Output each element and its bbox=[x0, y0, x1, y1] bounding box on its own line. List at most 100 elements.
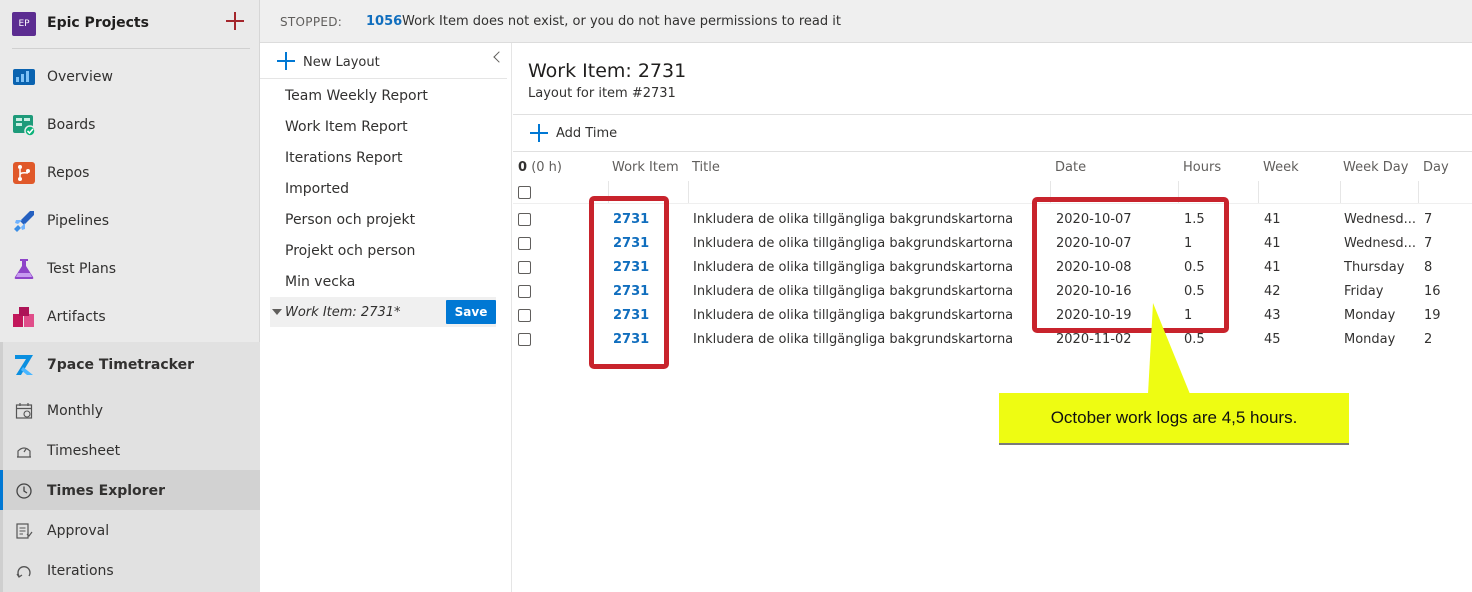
layout-panel: New Layout Team Weekly Report Work Item … bbox=[260, 43, 512, 592]
pipelines-icon bbox=[14, 211, 34, 232]
new-layout-button[interactable]: New Layout bbox=[274, 51, 474, 75]
boards-icon bbox=[13, 115, 36, 137]
active-layout-label: Work Item: 2731* bbox=[285, 305, 401, 320]
cell-day: 2 bbox=[1424, 332, 1433, 347]
test-plans-icon bbox=[14, 259, 34, 279]
row-checkbox[interactable] bbox=[518, 261, 531, 274]
sidebar-item-timesheet[interactable]: Timesheet bbox=[0, 430, 260, 470]
layout-item[interactable]: Person och projekt bbox=[285, 212, 415, 228]
active-indicator bbox=[0, 470, 3, 510]
cell-day: 16 bbox=[1424, 284, 1441, 299]
column-header-week-day[interactable]: Week Day bbox=[1343, 160, 1408, 175]
cell-week: 41 bbox=[1264, 236, 1281, 251]
cell-day: 7 bbox=[1424, 236, 1433, 251]
filter-cell[interactable] bbox=[1418, 181, 1472, 203]
sidebar-item-label: Times Explorer bbox=[47, 483, 165, 499]
nav-item-pipelines[interactable]: Pipelines bbox=[0, 202, 260, 242]
nav-item-label: Boards bbox=[47, 117, 96, 133]
project-header[interactable]: EP Epic Projects bbox=[0, 0, 260, 48]
column-header-week[interactable]: Week bbox=[1263, 160, 1299, 175]
nav-item-label: Test Plans bbox=[47, 261, 117, 277]
divider bbox=[513, 114, 1472, 115]
cell-week-day: Wednesd... bbox=[1344, 236, 1417, 251]
calendar-icon bbox=[15, 403, 33, 419]
nav-item-label: Artifacts bbox=[47, 309, 106, 325]
cell-week: 41 bbox=[1264, 260, 1281, 275]
summary-header: 0 (0 h) bbox=[518, 160, 562, 175]
sidebar-item-times-explorer[interactable]: Times Explorer bbox=[0, 470, 260, 510]
sidebar-item-label: Timesheet bbox=[47, 443, 121, 459]
iterations-icon bbox=[16, 566, 31, 578]
timesheet-icon bbox=[17, 447, 31, 458]
layout-item[interactable]: Team Weekly Report bbox=[285, 88, 428, 104]
cell-week-day: Thursday bbox=[1344, 260, 1405, 275]
filter-cell[interactable] bbox=[1340, 181, 1418, 203]
timer-status-bar: STOPPED: 1056 Work Item does not exist, … bbox=[260, 0, 1472, 43]
column-header-title[interactable]: Title bbox=[692, 160, 720, 175]
cell-week: 45 bbox=[1264, 332, 1281, 347]
cell-week-day: Monday bbox=[1344, 308, 1396, 323]
annotation-text: October work logs are 4,5 hours. bbox=[1050, 408, 1298, 427]
highlight-box-october-logs bbox=[1032, 197, 1229, 333]
cell-week-day: Monday bbox=[1344, 332, 1396, 347]
chevron-left-icon[interactable] bbox=[492, 51, 504, 65]
layout-item[interactable]: Iterations Report bbox=[285, 150, 403, 166]
new-layout-label: New Layout bbox=[303, 55, 380, 70]
cell-title: Inkludera de olika tillgängliga bakgrund… bbox=[693, 284, 1014, 299]
nav-item-label: Pipelines bbox=[47, 213, 110, 229]
cell-day: 19 bbox=[1424, 308, 1441, 323]
nav-item-7pace-timetracker[interactable]: 7pace Timetracker bbox=[0, 346, 260, 386]
sidebar-item-approval[interactable]: Approval bbox=[0, 510, 260, 550]
project-name: Epic Projects bbox=[47, 15, 149, 31]
row-checkbox[interactable] bbox=[518, 237, 531, 250]
sidebar-item-iterations[interactable]: Iterations bbox=[0, 550, 260, 590]
layout-item[interactable]: Imported bbox=[285, 181, 349, 197]
nav-item-test-plans[interactable]: Test Plans bbox=[0, 250, 260, 290]
save-button[interactable]: Save bbox=[446, 300, 496, 324]
repos-icon bbox=[13, 162, 35, 184]
column-header-day[interactable]: Day bbox=[1423, 160, 1449, 175]
row-checkbox[interactable] bbox=[518, 213, 531, 226]
nav-item-artifacts[interactable]: Artifacts bbox=[0, 298, 260, 338]
artifacts-icon bbox=[13, 307, 34, 327]
layout-item[interactable]: Projekt och person bbox=[285, 243, 415, 259]
page-subtitle: Layout for item #2731 bbox=[528, 86, 676, 101]
cell-title: Inkludera de olika tillgängliga bakgrund… bbox=[693, 212, 1014, 227]
layout-item[interactable]: Work Item Report bbox=[285, 119, 408, 135]
column-header-hours[interactable]: Hours bbox=[1183, 160, 1221, 175]
column-header-work-item[interactable]: Work Item bbox=[612, 160, 679, 175]
layout-item[interactable]: Min vecka bbox=[285, 274, 355, 290]
cell-title: Inkludera de olika tillgängliga bakgrund… bbox=[693, 332, 1014, 347]
active-layout-item[interactable]: Work Item: 2731* Save bbox=[270, 297, 496, 327]
nav-item-repos[interactable]: Repos bbox=[0, 154, 260, 194]
add-time-label: Add Time bbox=[556, 126, 618, 141]
project-badge: EP bbox=[12, 12, 36, 36]
filter-cell[interactable] bbox=[688, 181, 1050, 203]
cell-hours: 0.5 bbox=[1184, 332, 1205, 347]
filter-cell[interactable] bbox=[1258, 181, 1340, 203]
row-checkbox[interactable] bbox=[518, 309, 531, 322]
cell-title: Inkludera de olika tillgängliga bakgrund… bbox=[693, 236, 1014, 251]
panel-divider bbox=[260, 78, 507, 79]
nav-item-overview[interactable]: Overview bbox=[0, 58, 260, 98]
add-time-button[interactable]: Add Time bbox=[530, 123, 650, 145]
row-checkbox[interactable] bbox=[518, 285, 531, 298]
divider bbox=[513, 151, 1472, 152]
summary-count: 0 bbox=[518, 160, 528, 175]
timer-state: STOPPED: bbox=[280, 15, 343, 29]
nav-divider bbox=[12, 48, 250, 49]
annotation-callout: October work logs are 4,5 hours. bbox=[999, 393, 1349, 445]
cell-day: 8 bbox=[1424, 260, 1433, 275]
column-header-date[interactable]: Date bbox=[1055, 160, 1086, 175]
row-checkbox[interactable] bbox=[518, 333, 531, 346]
caret-down-icon[interactable] bbox=[272, 309, 282, 315]
sidebar-item-monthly[interactable]: Monthly bbox=[0, 390, 260, 430]
page-title: Work Item: 2731 bbox=[528, 60, 687, 82]
select-all-checkbox[interactable] bbox=[518, 186, 531, 199]
nav-item-label: Repos bbox=[47, 165, 90, 181]
add-icon[interactable] bbox=[224, 10, 246, 32]
cell-week-day: Friday bbox=[1344, 284, 1384, 299]
nav-item-boards[interactable]: Boards bbox=[0, 106, 260, 146]
work-item-code-link[interactable]: 1056 bbox=[366, 14, 402, 29]
highlight-box-work-items bbox=[589, 196, 669, 369]
